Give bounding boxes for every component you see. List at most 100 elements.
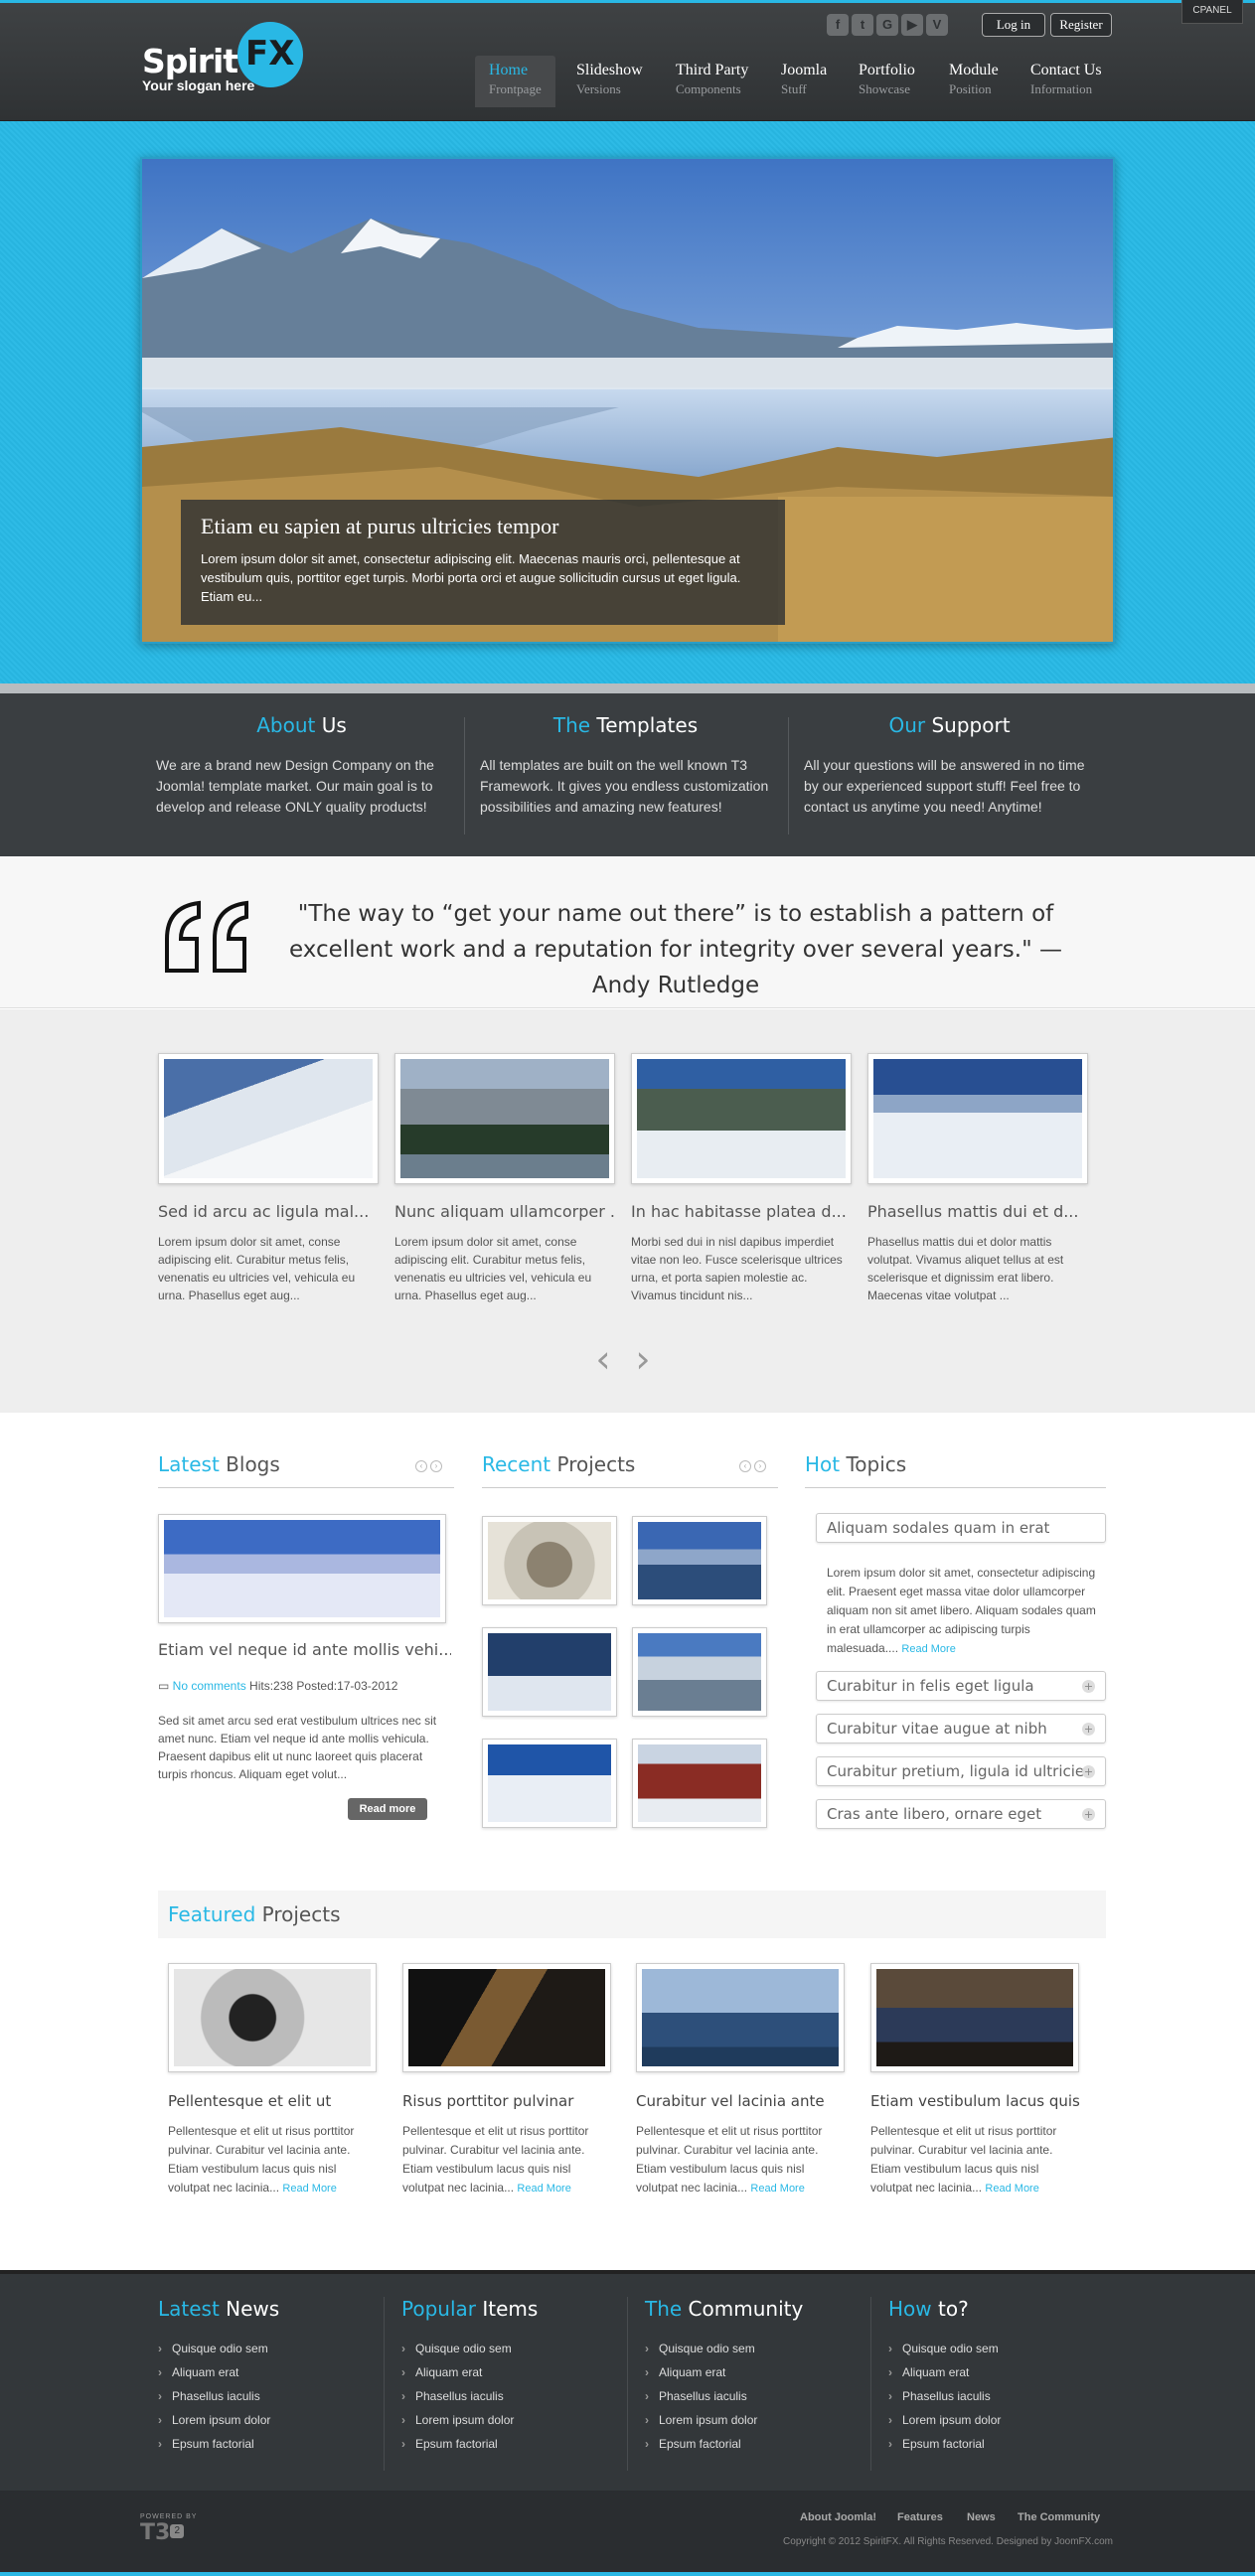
project-thumbnail[interactable] [482,1627,617,1717]
youtube-icon[interactable]: ▶ [901,14,923,36]
next-icon[interactable]: › [430,1460,442,1472]
blog-thumbnail[interactable] [158,1514,446,1623]
gallery-item[interactable]: Sed id arcu ac ligula mal... Lorem ipsum… [158,1053,379,1304]
heading-accent: How [888,2297,932,2321]
gallery-item[interactable]: Nunc aliquam ullamcorper ... Lorem ipsum… [394,1053,615,1304]
site-logo[interactable]: Spirit FX Your slogan here [140,22,309,101]
featured-thumbnail[interactable] [636,1963,845,2072]
heading-rest: Us [315,713,347,737]
featured-thumbnail[interactable] [168,1963,377,2072]
gallery-title[interactable]: In hac habitasse platea d... [631,1202,852,1221]
footer-nav-about-joomla[interactable]: About Joomla! [800,2511,876,2523]
nav-joomla[interactable]: Joomla Stuff [767,56,841,107]
project-thumbnail[interactable] [482,1516,617,1605]
nav-subtitle: Information [1030,81,1093,96]
facebook-icon[interactable]: f [827,14,849,36]
accordion-item-open[interactable]: Aliquam sodales quam in erat [816,1513,1106,1543]
nav-module[interactable]: Module Position [935,56,1013,107]
chevron-left-icon[interactable]: ‹ [590,1340,616,1378]
read-more-link[interactable]: Read More [901,1643,955,1655]
nav-slideshow[interactable]: Slideshow Versions [562,56,657,107]
footer-link[interactable]: Epsum factorial [888,2432,1114,2456]
twitter-icon[interactable]: t [852,14,873,36]
gallery-title[interactable]: Phasellus mattis dui et d... [867,1202,1088,1221]
read-more-link[interactable]: Read More [517,2183,570,2195]
nav-portfolio[interactable]: Portfolio Showcase [845,56,929,107]
nav-home[interactable]: Home Frontpage [475,56,555,107]
footer-link[interactable]: Lorem ipsum dolor [645,2408,870,2432]
featured-title[interactable]: Risus porttitor pulvinar [402,2092,611,2110]
nav-third-party[interactable]: Third Party Components [662,56,762,107]
vimeo-icon[interactable]: V [926,14,948,36]
cpanel-button[interactable]: CPANEL [1181,0,1243,24]
footer-link[interactable]: Phasellus iaculis [645,2384,870,2408]
footer-link[interactable]: Phasellus iaculis [401,2384,627,2408]
footer-link[interactable]: Quisque odio sem [888,2337,1114,2360]
footer-link[interactable]: Phasellus iaculis [158,2384,384,2408]
heading-rest: Support [925,713,1011,737]
featured-item[interactable]: Pellentesque et elit ut Pellentesque et … [168,1963,377,2198]
prev-icon[interactable]: ‹ [415,1460,427,1472]
featured-title[interactable]: Pellentesque et elit ut [168,2092,377,2110]
read-more-button[interactable]: Read more [348,1798,427,1820]
footer-link[interactable]: Epsum factorial [158,2432,384,2456]
project-thumbnail[interactable] [482,1739,617,1828]
featured-item[interactable]: Etiam vestibulum lacus quis Pellentesque… [870,1963,1080,2198]
t3-logo[interactable]: POWERED BY T3 2 [140,2513,197,2545]
gallery-thumbnail[interactable] [631,1053,852,1184]
t3-text: T3 [140,2520,171,2545]
project-thumbnail[interactable] [632,1739,767,1828]
next-icon[interactable]: › [754,1460,766,1472]
featured-title[interactable]: Etiam vestibulum lacus quis [870,2092,1080,2110]
gallery-thumbnail[interactable] [394,1053,615,1184]
accordion-item[interactable]: Curabitur in felis eget ligula + [816,1671,1106,1701]
column-heading: About Us [156,713,447,737]
google-icon[interactable]: G [876,14,898,36]
read-more-link[interactable]: Read More [985,2183,1038,2195]
gallery-thumbnail[interactable] [867,1053,1088,1184]
footer-link-list: Quisque odio sem Aliquam erat Phasellus … [645,2337,870,2456]
footer-link[interactable]: Lorem ipsum dolor [401,2408,627,2432]
footer-link[interactable]: Aliquam erat [645,2360,870,2384]
accordion-item[interactable]: Curabitur pretium, ligula id ultricies + [816,1756,1106,1786]
footer-link[interactable]: Quisque odio sem [401,2337,627,2360]
footer-link[interactable]: Phasellus iaculis [888,2384,1114,2408]
footer-link[interactable]: Quisque odio sem [645,2337,870,2360]
accordion-content: Lorem ipsum dolor sit amet, consectetur … [827,1564,1100,1659]
read-more-link[interactable]: Read More [750,2183,804,2195]
gallery-title[interactable]: Nunc aliquam ullamcorper ... [394,1202,615,1221]
gallery-title[interactable]: Sed id arcu ac ligula mal... [158,1202,379,1221]
footer-link[interactable]: Quisque odio sem [158,2337,384,2360]
gallery-item[interactable]: In hac habitasse platea d... Morbi sed d… [631,1053,852,1304]
footer-nav-features[interactable]: Features [897,2511,943,2523]
accordion-item[interactable]: Curabitur vitae augue at nibh + [816,1714,1106,1743]
footer-nav-news[interactable]: News [967,2511,996,2523]
accordion-item[interactable]: Cras ante libero, ornare eget + [816,1799,1106,1829]
comments-link[interactable]: No comments [173,1679,246,1693]
footer-nav-community[interactable]: The Community [1018,2511,1100,2523]
gallery-thumbnail[interactable] [158,1053,379,1184]
chevron-right-icon[interactable]: › [630,1340,656,1378]
gallery-item[interactable]: Phasellus mattis dui et d... Phasellus m… [867,1053,1088,1304]
project-thumbnail[interactable] [632,1516,767,1605]
footer-link[interactable]: Lorem ipsum dolor [888,2408,1114,2432]
footer-link[interactable]: Aliquam erat [401,2360,627,2384]
featured-thumbnail[interactable] [402,1963,611,2072]
register-button[interactable]: Register [1050,13,1112,37]
project-thumbnail[interactable] [632,1627,767,1717]
footer-link[interactable]: Lorem ipsum dolor [158,2408,384,2432]
nav-title: Home [489,62,529,78]
footer-link[interactable]: Epsum factorial [401,2432,627,2456]
footer-link[interactable]: Aliquam erat [158,2360,384,2384]
login-button[interactable]: Log in [982,13,1045,37]
featured-thumbnail[interactable] [870,1963,1079,2072]
read-more-link[interactable]: Read More [282,2183,336,2195]
nav-contact[interactable]: Contact Us Information [1017,56,1116,107]
featured-item[interactable]: Curabitur vel lacinia ante Pellentesque … [636,1963,845,2198]
featured-item[interactable]: Risus porttitor pulvinar Pellentesque et… [402,1963,611,2198]
blog-post-title[interactable]: Etiam vel neque id ante mollis vehi... [158,1640,451,1659]
featured-title[interactable]: Curabitur vel lacinia ante [636,2092,845,2110]
prev-icon[interactable]: ‹ [739,1460,751,1472]
footer-link[interactable]: Aliquam erat [888,2360,1114,2384]
footer-link[interactable]: Epsum factorial [645,2432,870,2456]
